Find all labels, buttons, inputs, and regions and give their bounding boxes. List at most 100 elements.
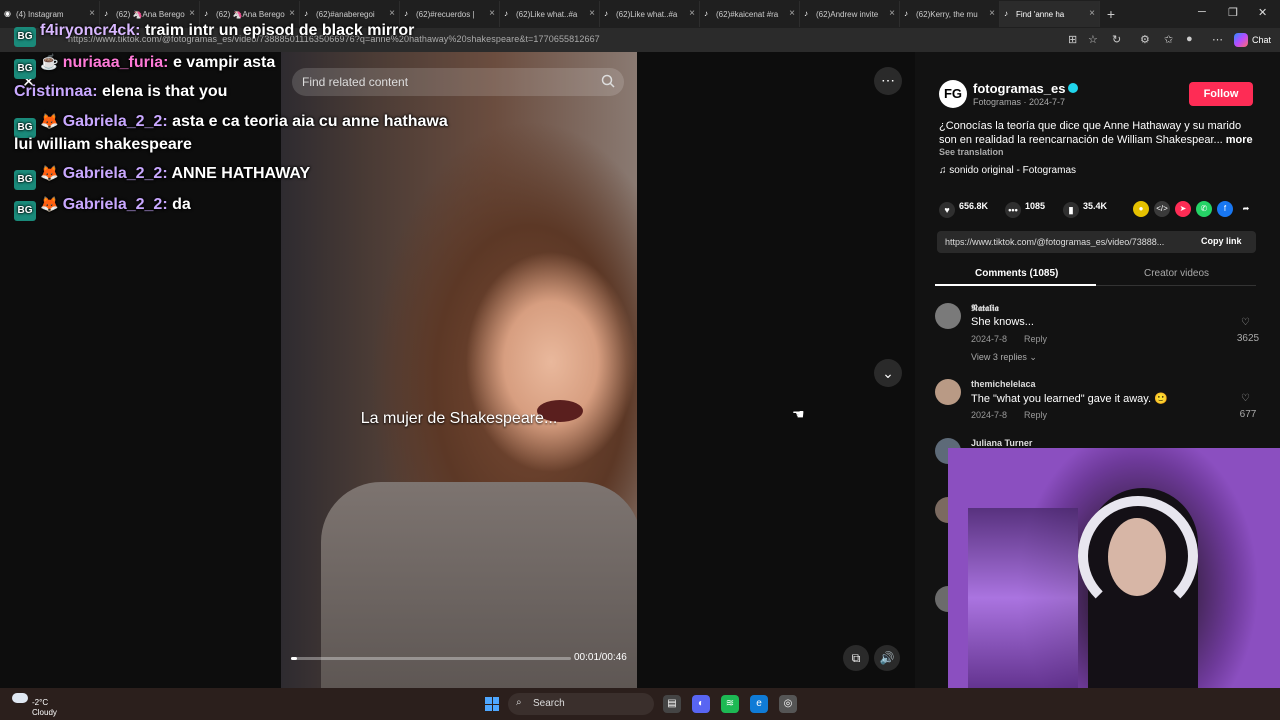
embed-icon[interactable]: </>: [1154, 201, 1170, 217]
windows-start-icon[interactable]: [485, 697, 499, 711]
comment-text: The "what you learned" gave it away. 🙂: [971, 393, 1168, 405]
new-tab-button[interactable]: +: [1100, 6, 1122, 22]
fox-emote-icon: 🦊: [40, 113, 59, 130]
volume-button[interactable]: 🔊: [874, 645, 900, 671]
reply-button[interactable]: Reply: [1024, 334, 1047, 344]
heart-outline-icon[interactable]: ♡: [1241, 317, 1250, 328]
browser-tab[interactable]: ♪ (62)Andrew invite ×: [800, 1, 900, 27]
see-translation-link[interactable]: See translation: [939, 147, 1004, 157]
facebook-icon[interactable]: f: [1217, 201, 1233, 217]
video-caption: La mujer de Shakespeare...: [360, 410, 558, 427]
chat-message: Cristinnaa: elena is that you: [14, 83, 228, 100]
obs-icon[interactable]: ◎: [779, 695, 797, 713]
video-progress-bar[interactable]: [291, 657, 571, 660]
close-icon[interactable]: ×: [789, 8, 795, 19]
copilot-icon: [1234, 33, 1248, 47]
copilot-chat-button[interactable]: Chat: [1234, 33, 1271, 47]
whatsapp-icon[interactable]: ✆: [1196, 201, 1212, 217]
comment-item: 𝕹𝖆𝖙𝖆𝖑𝖎𝖆 She knows... 2024-7-8 Reply ♡ 36…: [935, 303, 1265, 365]
close-icon[interactable]: ×: [689, 8, 695, 19]
weather-widget[interactable]: -2°C Cloudy: [12, 693, 57, 718]
next-video-button[interactable]: ⌄: [874, 359, 902, 387]
apps-icon[interactable]: ⊞: [1068, 33, 1077, 46]
tiktok-icon: ♪: [1004, 9, 1008, 18]
discord-icon[interactable]: ◐: [692, 695, 710, 713]
taskbar-search-box[interactable]: [508, 693, 654, 715]
save-stat[interactable]: ▮ 35.4K: [1063, 201, 1107, 218]
comment-username[interactable]: themichelelaca: [971, 379, 1036, 389]
share-arrow-icon[interactable]: ➦: [1238, 201, 1254, 217]
comment-icon: •••: [1005, 202, 1021, 218]
tiktok-icon: ♪: [504, 9, 508, 18]
close-icon[interactable]: ×: [1089, 8, 1095, 19]
reply-button[interactable]: Reply: [1024, 410, 1047, 420]
browser-tab[interactable]: ♪ (62)#recuerdos | ×: [400, 1, 500, 27]
video-link[interactable]: https://www.tiktok.com/@fotogramas_es/vi…: [945, 237, 1189, 247]
spotify-icon[interactable]: ≋: [721, 695, 739, 713]
follow-button[interactable]: Follow: [1189, 82, 1253, 106]
account-avatar[interactable]: FG: [939, 80, 967, 108]
file-explorer-icon[interactable]: ▤: [663, 695, 681, 713]
profile-icon[interactable]: ●: [1186, 33, 1193, 45]
comment-date: 2024-7-8: [971, 410, 1008, 420]
video-progress-fill: [291, 657, 297, 660]
extensions-icon[interactable]: ⚙: [1140, 33, 1150, 46]
comment-username[interactable]: Juliana Turner: [971, 438, 1032, 448]
comment-stat[interactable]: ••• 1085: [1005, 201, 1045, 218]
chat-message: BG ☕ nuriaaa_furia: e vampir asta: [14, 53, 275, 79]
browser-tab[interactable]: ♪ (62)#kaicenat #ra ×: [700, 1, 800, 27]
close-icon[interactable]: ×: [389, 8, 395, 19]
sound-link[interactable]: ♫ sonido original - Fotogramas: [939, 165, 1076, 176]
coffee-emote-icon: ☕: [40, 54, 59, 71]
video-player[interactable]: [281, 52, 637, 688]
maximize-icon[interactable]: ❐: [1228, 6, 1238, 19]
coin-icon[interactable]: ●: [1133, 201, 1149, 217]
like-stat[interactable]: ♥ 656.8K: [939, 201, 988, 218]
send-icon[interactable]: ➤: [1175, 201, 1191, 217]
tab-indicator: [935, 284, 1096, 286]
search-icon[interactable]: [600, 73, 616, 89]
chat-message: BG 🦊 Gabriela_2_2: ANNE HATHAWAY: [14, 164, 310, 190]
close-icon[interactable]: ×: [589, 8, 595, 19]
chat-badge-icon: BG: [14, 59, 36, 79]
star-icon[interactable]: ☆: [1088, 33, 1098, 46]
tab-creator-videos[interactable]: Creator videos: [1144, 268, 1209, 279]
floating-player-button[interactable]: ⧉: [843, 645, 869, 671]
browser-tab[interactable]: ♪ (62)Kerry, the mu ×: [900, 1, 1000, 27]
close-icon[interactable]: ×: [289, 8, 295, 19]
related-search-placeholder: Find related content: [302, 75, 409, 89]
refresh-icon[interactable]: ↻: [1112, 33, 1121, 46]
comment-username[interactable]: 𝕹𝖆𝖙𝖆𝖑𝖎𝖆: [971, 303, 999, 314]
close-icon[interactable]: ×: [489, 8, 495, 19]
view-replies-link[interactable]: View 3 replies ⌄: [971, 352, 1037, 363]
close-icon[interactable]: ×: [189, 8, 195, 19]
instagram-icon: ◉: [4, 9, 11, 18]
minimize-icon[interactable]: ─: [1198, 6, 1206, 18]
edge-icon[interactable]: e: [750, 695, 768, 713]
comment-date: 2024-7-8: [971, 334, 1008, 344]
browser-tab[interactable]: ♪ (62)Like what..#a ×: [600, 1, 700, 27]
close-icon[interactable]: ×: [89, 8, 95, 19]
browser-tab[interactable]: ♪ (62)Like what..#a ×: [500, 1, 600, 27]
chat-badge-icon: BG: [14, 201, 36, 221]
avatar[interactable]: [935, 303, 961, 329]
browser-tab-active[interactable]: ♪ Find 'anne ha ×: [1000, 1, 1100, 27]
chat-badge-icon: BG: [14, 27, 36, 47]
close-icon[interactable]: ×: [889, 8, 895, 19]
fox-emote-icon: 🦊: [40, 196, 59, 213]
more-link[interactable]: more: [1226, 134, 1253, 146]
heart-outline-icon[interactable]: ♡: [1241, 393, 1250, 404]
chat-message: BG 🦊 Gabriela_2_2: da: [14, 195, 191, 221]
tab-comments[interactable]: Comments (1085): [975, 268, 1058, 279]
verified-icon: [1068, 83, 1079, 93]
close-icon[interactable]: ×: [989, 8, 995, 19]
window-close-icon[interactable]: ✕: [1258, 6, 1267, 19]
copy-link-button[interactable]: Copy link: [1201, 236, 1242, 246]
avatar[interactable]: [935, 379, 961, 405]
menu-dots-icon[interactable]: ⋯: [1212, 33, 1223, 46]
favorites-icon[interactable]: ✩: [1164, 33, 1173, 46]
more-options-button[interactable]: ⋯: [874, 67, 902, 95]
account-name[interactable]: fotogramas_es: [973, 81, 1079, 96]
comment-like-count: 3625: [1236, 333, 1260, 344]
tiktok-icon: ♪: [204, 9, 208, 18]
